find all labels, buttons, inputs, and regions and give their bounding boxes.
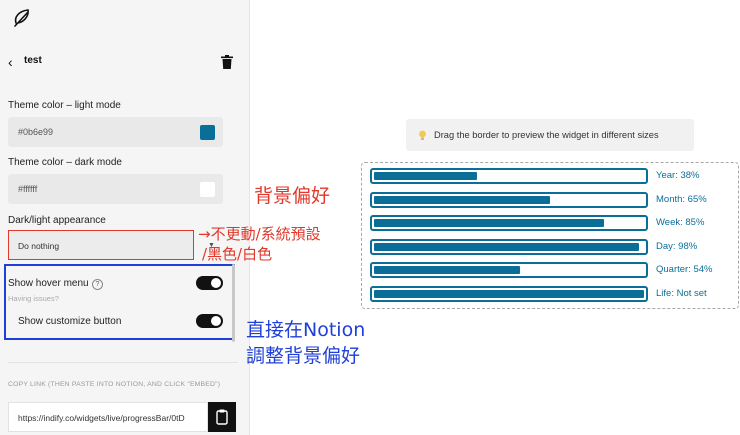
embed-link-input[interactable]: https://indify.co/widgets/live/progressB… [8, 402, 208, 432]
light-color-field[interactable]: #0b6e99 [8, 117, 223, 147]
progress-fill [374, 289, 644, 298]
having-issues-link[interactable]: Having issues? [8, 294, 59, 303]
lightbulb-icon [419, 130, 426, 140]
toggle-knob [211, 278, 221, 288]
copy-link-label: COPY LINK (THEN PASTE INTO NOTION, AND C… [8, 381, 221, 388]
annotation-notion-line2: 調整背景偏好 [246, 345, 361, 367]
progress-row: Week: 85% [370, 215, 738, 231]
progress-row: Year: 38% [370, 168, 738, 184]
progress-row: Life: Not set [370, 285, 738, 302]
progress-label: Life: Not set [656, 287, 707, 299]
progress-track [370, 215, 648, 231]
light-mode-label: Theme color – light mode [8, 100, 121, 111]
progress-fill [374, 219, 604, 227]
appearance-label: Dark/light appearance [8, 215, 106, 226]
scrollbar[interactable] [232, 264, 235, 342]
progress-track [370, 285, 648, 302]
preview-hint: Drag the border to preview the widget in… [406, 119, 694, 151]
feather-icon [14, 9, 29, 27]
customize-button-label: Show customize button [18, 316, 122, 327]
light-color-value: #0b6e99 [18, 127, 54, 137]
progress-fill [374, 195, 550, 204]
progress-label: Quarter: 54% [656, 264, 713, 275]
progress-track [370, 168, 648, 184]
embed-link-value: https://indify.co/widgets/live/progressB… [18, 413, 185, 423]
progress-row: Month: 65% [370, 191, 738, 208]
copy-link-button[interactable] [208, 402, 236, 432]
appearance-value: Do nothing [18, 241, 60, 251]
progress-label: Month: 65% [656, 193, 707, 205]
preview-hint-text: Drag the border to preview the widget in… [434, 130, 659, 140]
hover-menu-toggle[interactable] [196, 276, 223, 290]
chevron-left-icon[interactable]: ‹ [8, 54, 13, 70]
progress-row: Quarter: 54% [370, 262, 738, 278]
progress-label: Week: 85% [656, 217, 705, 228]
widget-title: test [24, 55, 42, 66]
progress-track [370, 191, 648, 208]
progress-label: Year: 38% [656, 170, 700, 181]
annotation-background-preference: 背景偏好 [254, 185, 331, 207]
dark-color-value: #ffffff [18, 184, 38, 194]
dark-color-swatch[interactable] [200, 182, 215, 197]
toggle-knob [211, 316, 221, 326]
progress-label: Day: 98% [656, 240, 698, 252]
divider [8, 362, 238, 363]
question-circle-icon[interactable]: ? [92, 279, 103, 290]
appearance-select[interactable]: Do nothing [8, 230, 194, 260]
progress-track [370, 238, 648, 255]
dark-mode-label: Theme color – dark mode [8, 157, 122, 168]
progress-fill [374, 266, 520, 274]
annotation-options-line1: →不更動/系統預設 [198, 225, 321, 243]
annotation-notion-line1: 直接在Notion [246, 319, 366, 341]
progress-track [370, 262, 648, 278]
settings-panel: ‹ test Theme color – light mode #0b6e99 … [0, 0, 250, 435]
hover-menu-label: Show hover menu [8, 278, 89, 289]
progress-fill [374, 242, 639, 251]
progress-widget-preview[interactable]: Year: 38% Month: 65% Week: 85% Day: 98% Quar… [361, 162, 739, 309]
customize-button-toggle[interactable] [196, 314, 223, 328]
light-color-swatch[interactable] [200, 125, 215, 140]
progress-fill [374, 172, 477, 180]
dark-color-field[interactable]: #ffffff [8, 174, 223, 204]
progress-row: Day: 98% [370, 238, 738, 255]
back-row[interactable]: ‹ test [8, 54, 238, 72]
annotation-options-line2: /黑色/白色 [202, 245, 273, 263]
clipboard-icon [216, 409, 228, 425]
trash-icon[interactable] [221, 55, 233, 69]
